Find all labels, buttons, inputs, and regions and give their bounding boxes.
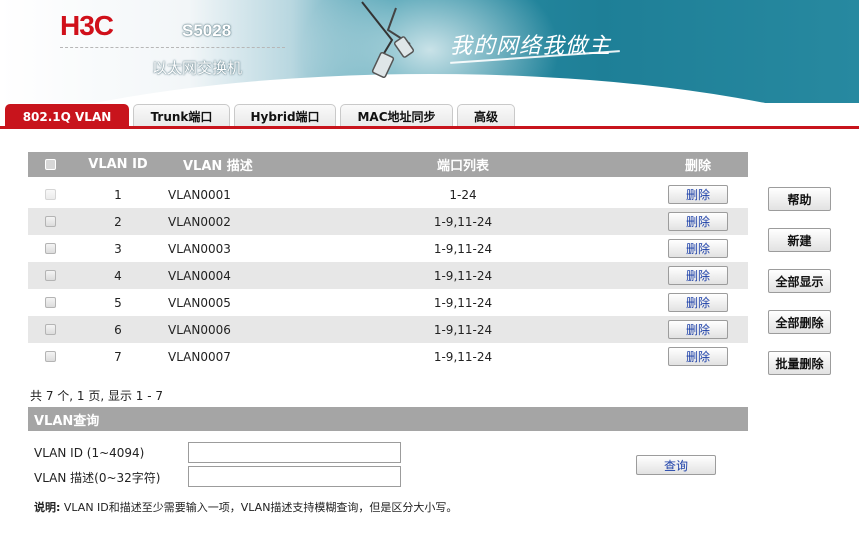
row-delete-button[interactable]: 删除	[668, 266, 728, 285]
network-cable-icon	[361, 1, 415, 79]
table-row: 2 VLAN0002 1-9,11-24 删除	[28, 208, 748, 235]
table-header: VLAN ID VLAN 描述 端口列表 删除	[28, 152, 748, 177]
vlan-desc-label: VLAN 描述(0~32字符)	[34, 471, 161, 485]
row-vlan-desc: VLAN0006	[168, 322, 231, 337]
row-vlan-desc: VLAN0004	[168, 268, 231, 283]
query-note: 说明: VLAN ID和描述至少需要输入一项，VLAN描述支持模糊查询，但是区分…	[34, 499, 457, 515]
row-vlan-desc: VLAN0003	[168, 241, 231, 256]
row-delete-button[interactable]: 删除	[668, 185, 728, 204]
table-row: 1 VLAN0001 1-24 删除	[28, 181, 748, 208]
select-all-checkbox[interactable]	[44, 159, 56, 170]
row-port-list: 1-9,11-24	[433, 268, 493, 283]
model-name: S5028	[182, 21, 232, 40]
vlan-table: VLAN ID VLAN 描述 端口列表 删除 1 VLAN0001 1-24 …	[28, 152, 748, 370]
header-banner: H3C S5028 以太网交换机 我的网络我做主	[0, 0, 859, 103]
table-row: 5 VLAN0005 1-9,11-24 删除	[28, 289, 748, 316]
col-port-list: 端口列表	[436, 159, 489, 174]
row-checkbox	[44, 189, 56, 200]
query-button[interactable]: 查询	[636, 455, 716, 475]
row-port-list: 1-9,11-24	[433, 322, 493, 337]
query-note-text: VLAN ID和描述至少需要输入一项，VLAN描述支持模糊查询，但是区分大小写。	[60, 501, 458, 514]
tab-advanced[interactable]: 高级	[457, 104, 515, 128]
row-port-list: 1-24	[449, 187, 477, 202]
vlan-id-label: VLAN ID (1~4094)	[34, 446, 145, 460]
col-delete: 删除	[684, 159, 711, 174]
row-port-list: 1-9,11-24	[433, 295, 493, 310]
table-row: 7 VLAN0007 1-9,11-24 删除	[28, 343, 748, 370]
table-row: 6 VLAN0006 1-9,11-24 删除	[28, 316, 748, 343]
product-subtitle: 以太网交换机	[152, 59, 243, 77]
row-vlan-desc: VLAN0007	[168, 349, 231, 364]
row-vlan-id: 6	[114, 322, 122, 337]
row-vlan-id: 1	[114, 187, 122, 202]
row-port-list: 1-9,11-24	[433, 241, 493, 256]
tab-mac-sync[interactable]: MAC地址同步	[340, 104, 453, 128]
row-vlan-desc: VLAN0005	[168, 295, 231, 310]
tab-hybrid-port[interactable]: Hybrid端口	[234, 104, 336, 128]
row-checkbox[interactable]	[44, 243, 56, 254]
help-button[interactable]: 帮助	[768, 187, 831, 211]
row-vlan-id: 2	[114, 214, 122, 229]
row-vlan-id: 4	[114, 268, 122, 283]
row-delete-button[interactable]: 删除	[668, 320, 728, 339]
vlan-id-input[interactable]	[188, 442, 401, 463]
col-vlan-id: VLAN ID	[88, 157, 148, 172]
row-port-list: 1-9,11-24	[433, 214, 493, 229]
new-vlan-button[interactable]: 新建	[768, 228, 831, 252]
row-vlan-id: 5	[114, 295, 122, 310]
row-checkbox[interactable]	[44, 297, 56, 308]
row-delete-button[interactable]: 删除	[668, 347, 728, 366]
row-checkbox[interactable]	[44, 351, 56, 362]
row-checkbox[interactable]	[44, 270, 56, 281]
tab-underline	[0, 126, 859, 129]
row-delete-button[interactable]: 删除	[668, 212, 728, 231]
table-row: 4 VLAN0004 1-9,11-24 删除	[28, 262, 748, 289]
row-checkbox[interactable]	[44, 324, 56, 335]
tab-8021q-vlan[interactable]: 802.1Q VLAN	[5, 104, 129, 128]
row-vlan-id: 3	[114, 241, 122, 256]
col-vlan-desc: VLAN 描述	[183, 159, 253, 174]
vlan-desc-input[interactable]	[188, 466, 401, 487]
row-port-list: 1-9,11-24	[433, 349, 493, 364]
row-delete-button[interactable]: 删除	[668, 239, 728, 258]
batch-delete-button[interactable]: 批量删除	[768, 351, 831, 375]
row-vlan-desc: VLAN0002	[168, 214, 231, 229]
row-checkbox[interactable]	[44, 216, 56, 227]
delete-all-button[interactable]: 全部删除	[768, 310, 831, 334]
tab-trunk-port[interactable]: Trunk端口	[133, 104, 230, 128]
pagination-summary: 共 7 个, 1 页, 显示 1 - 7	[30, 389, 164, 403]
table-row: 3 VLAN0003 1-9,11-24 删除	[28, 235, 748, 262]
row-vlan-desc: VLAN0001	[168, 187, 231, 202]
row-vlan-id: 7	[114, 349, 122, 364]
show-all-button[interactable]: 全部显示	[768, 269, 831, 293]
brand-slogan: 我的网络我做主	[450, 34, 612, 59]
brand-logo: H3C	[60, 10, 114, 41]
header-divider	[60, 47, 285, 48]
query-section-title: VLAN查询	[28, 407, 748, 431]
query-note-prefix: 说明:	[34, 501, 61, 514]
row-delete-button[interactable]: 删除	[668, 293, 728, 312]
